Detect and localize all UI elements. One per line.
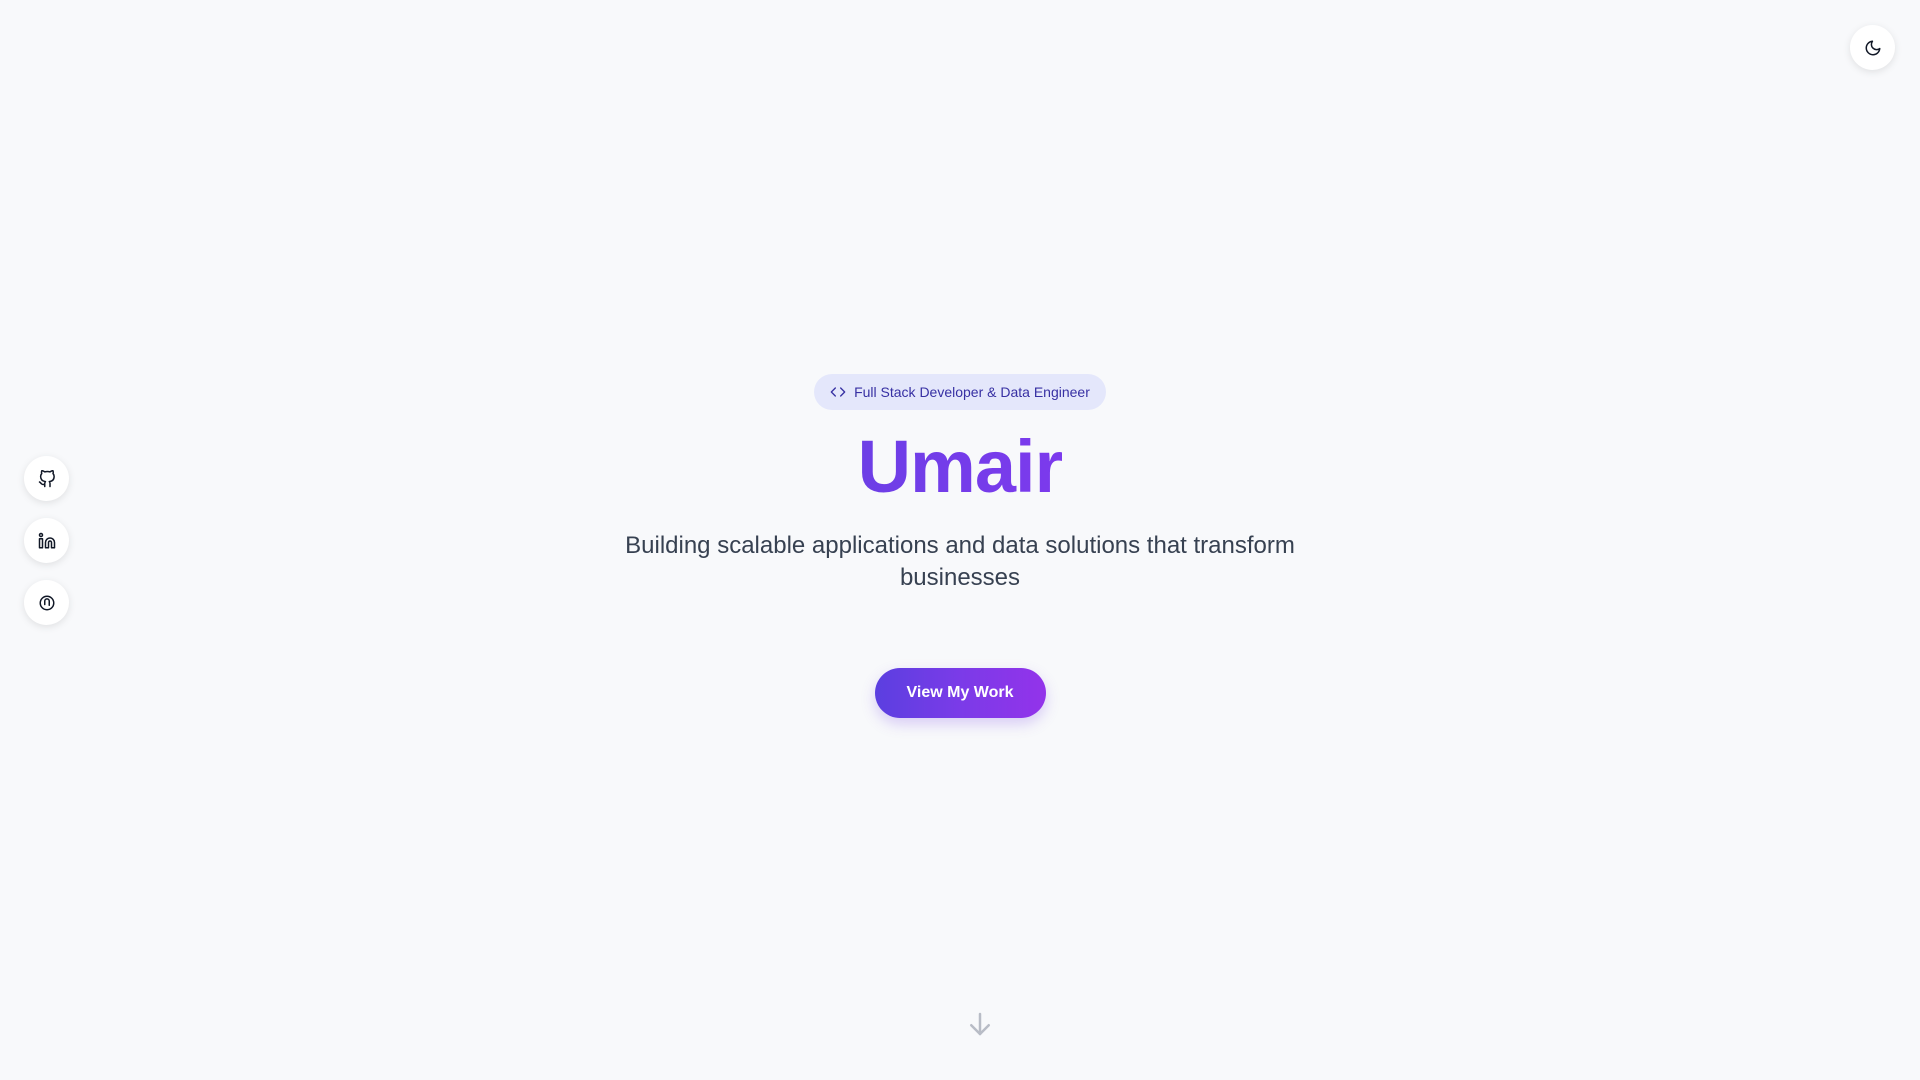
- moon-icon: [1865, 40, 1880, 55]
- hero-tagline: Building scalable applications and data …: [625, 532, 1295, 591]
- arrow-down-icon: [970, 1012, 990, 1036]
- role-badge: Full Stack Developer & Data Engineer: [814, 374, 1106, 410]
- code-icon: [830, 387, 846, 397]
- hero-name: Umair: [857, 425, 1064, 508]
- role-badge-label: Full Stack Developer & Data Engineer: [854, 384, 1090, 400]
- page: Full Stack Developer & Data Engineer Uma…: [0, 0, 1920, 1080]
- hero-section: Full Stack Developer & Data Engineer Uma…: [0, 374, 1920, 718]
- theme-toggle-button[interactable]: [1850, 25, 1895, 70]
- scroll-down-indicator[interactable]: [964, 1008, 996, 1040]
- view-my-work-button[interactable]: View My Work: [874, 668, 1046, 718]
